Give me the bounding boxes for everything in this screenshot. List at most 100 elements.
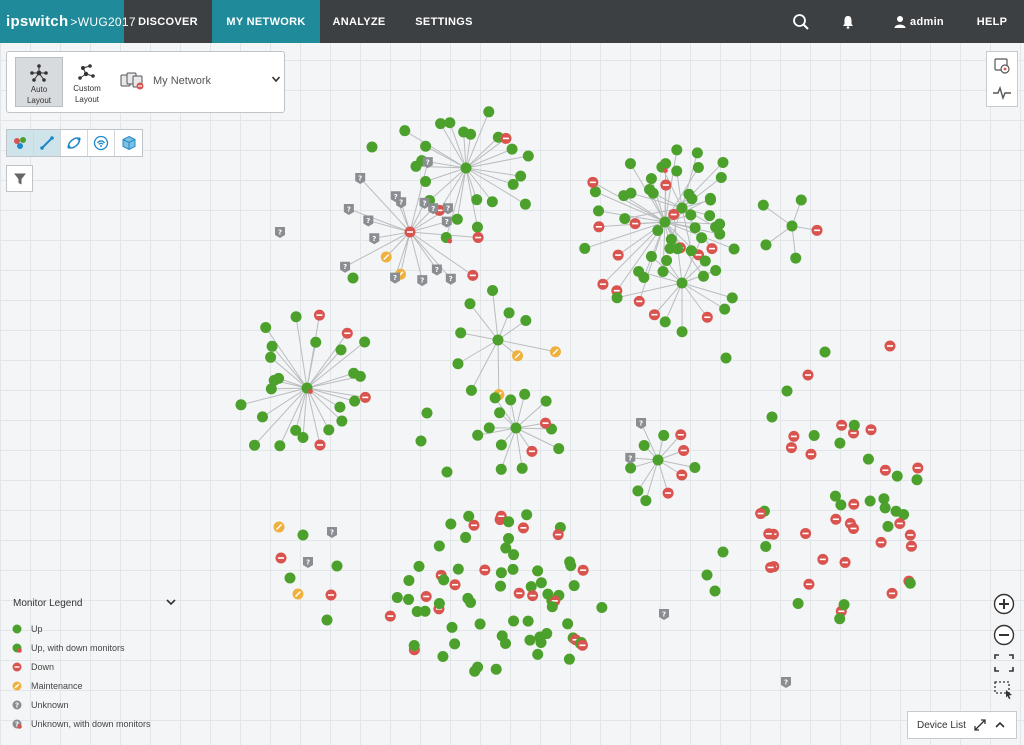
device-node-up[interactable]: [265, 351, 277, 363]
device-node-up[interactable]: [524, 634, 536, 646]
device-node-up[interactable]: [519, 198, 531, 210]
device-node-unknown[interactable]: ?: [363, 215, 374, 227]
device-node-up[interactable]: [593, 205, 605, 217]
nav-tab-analyze[interactable]: ANALYZE: [320, 0, 398, 43]
device-node-up[interactable]: [366, 141, 378, 153]
device-node-unknown[interactable]: ?: [343, 203, 354, 215]
device-node-up[interactable]: [455, 327, 467, 339]
device-node-down[interactable]: [275, 552, 287, 564]
device-node-up[interactable]: [766, 411, 778, 423]
help-button[interactable]: HELP: [974, 0, 1010, 43]
device-node-up[interactable]: [625, 462, 637, 474]
device-node-up[interactable]: [520, 314, 532, 326]
device-node-maint[interactable]: [512, 350, 524, 362]
device-node-down[interactable]: [875, 536, 887, 548]
device-node-up[interactable]: [522, 615, 534, 627]
device-node-up[interactable]: [532, 565, 544, 577]
device-node-up[interactable]: [323, 424, 335, 436]
device-node-down[interactable]: [802, 369, 814, 381]
device-node-maint[interactable]: [273, 521, 285, 533]
device-node-up[interactable]: [882, 520, 894, 532]
device-node-up[interactable]: [495, 439, 507, 451]
device-node-unknown[interactable]: ?: [369, 233, 380, 245]
device-node-up[interactable]: [819, 346, 831, 358]
device-node-up[interactable]: [692, 161, 704, 173]
device-node-up[interactable]: [661, 254, 673, 266]
device-node-up[interactable]: [596, 601, 608, 613]
device-node-down[interactable]: [513, 587, 525, 599]
device-node-up[interactable]: [408, 639, 420, 651]
device-node-down[interactable]: [675, 429, 687, 441]
device-node-up[interactable]: [273, 372, 285, 384]
device-node-up[interactable]: [652, 454, 664, 466]
device-node-up[interactable]: [391, 591, 403, 603]
device-node-up[interactable]: [420, 175, 432, 187]
device-node-up[interactable]: [471, 221, 483, 233]
device-node-up[interactable]: [686, 193, 698, 205]
device-node-up[interactable]: [274, 440, 286, 452]
device-node-up[interactable]: [460, 531, 472, 543]
device-node-up[interactable]: [647, 187, 659, 199]
device-node-up[interactable]: [720, 352, 732, 364]
device-node-up[interactable]: [834, 437, 846, 449]
device-node-up[interactable]: [685, 245, 697, 257]
device-node-up[interactable]: [701, 569, 713, 581]
device-node-up[interactable]: [719, 303, 731, 315]
device-node-up[interactable]: [483, 106, 495, 118]
device-node-up[interactable]: [503, 516, 515, 528]
device-node-up[interactable]: [519, 388, 531, 400]
activity-monitor-button[interactable]: [987, 79, 1017, 106]
device-node-unknown[interactable]: ?: [327, 527, 337, 538]
device-node-unknown[interactable]: ?: [781, 677, 791, 688]
device-node-down[interactable]: [527, 590, 539, 602]
nav-tab-settings[interactable]: SETTINGS: [398, 0, 490, 43]
device-node-up[interactable]: [696, 232, 708, 244]
notifications-button[interactable]: [836, 0, 860, 43]
device-node-up[interactable]: [359, 336, 371, 348]
device-node-up[interactable]: [472, 661, 484, 673]
device-node-down[interactable]: [633, 295, 645, 307]
device-node-up[interactable]: [452, 563, 464, 575]
device-node-down[interactable]: [472, 232, 484, 244]
device-node-up[interactable]: [411, 606, 423, 618]
device-node-down[interactable]: [359, 391, 371, 403]
device-node-up[interactable]: [505, 394, 517, 406]
device-node-up[interactable]: [658, 429, 670, 441]
device-node-unknown[interactable]: ?: [419, 197, 430, 209]
device-node-up[interactable]: [421, 407, 433, 419]
device-node-up[interactable]: [437, 650, 449, 662]
auto-layout-button[interactable]: Auto Layout: [15, 57, 63, 107]
select-region-icon[interactable]: [994, 681, 1014, 699]
custom-layout-button[interactable]: Custom Layout: [63, 57, 111, 107]
device-node-unknown[interactable]: ?: [340, 261, 351, 273]
device-node-up[interactable]: [611, 292, 623, 304]
device-list-toggle[interactable]: Device List: [907, 711, 1017, 739]
device-node-up[interactable]: [441, 466, 453, 478]
device-node-down[interactable]: [904, 529, 916, 541]
device-node-up[interactable]: [471, 194, 483, 206]
device-node-up[interactable]: [835, 499, 847, 511]
device-node-down[interactable]: [701, 311, 713, 323]
device-node-down[interactable]: [593, 221, 605, 233]
device-node-up[interactable]: [334, 401, 346, 413]
chevron-down-icon[interactable]: [164, 595, 178, 609]
device-node-up[interactable]: [553, 443, 565, 455]
device-node-down[interactable]: [817, 553, 829, 565]
nav-tab-my-network[interactable]: MY NETWORK: [212, 0, 320, 43]
device-node-up[interactable]: [699, 255, 711, 267]
device-node-down[interactable]: [648, 309, 660, 321]
device-node-unknown[interactable]: ?: [275, 227, 285, 238]
device-node-up[interactable]: [904, 577, 916, 589]
device-node-up[interactable]: [403, 593, 415, 605]
device-node-up[interactable]: [717, 156, 729, 168]
device-node-up[interactable]: [465, 384, 477, 396]
device-node-up[interactable]: [486, 196, 498, 208]
device-node-up[interactable]: [515, 170, 527, 182]
device-node-down[interactable]: [676, 469, 688, 481]
device-node-down[interactable]: [662, 487, 674, 499]
virtual-toggle[interactable]: [61, 130, 88, 156]
brand-logo[interactable]: ipswitch >WUG2017: [0, 0, 136, 43]
device-node-unknown[interactable]: ?: [625, 452, 636, 464]
device-node-up[interactable]: [503, 307, 515, 319]
device-node-down[interactable]: [552, 529, 564, 541]
